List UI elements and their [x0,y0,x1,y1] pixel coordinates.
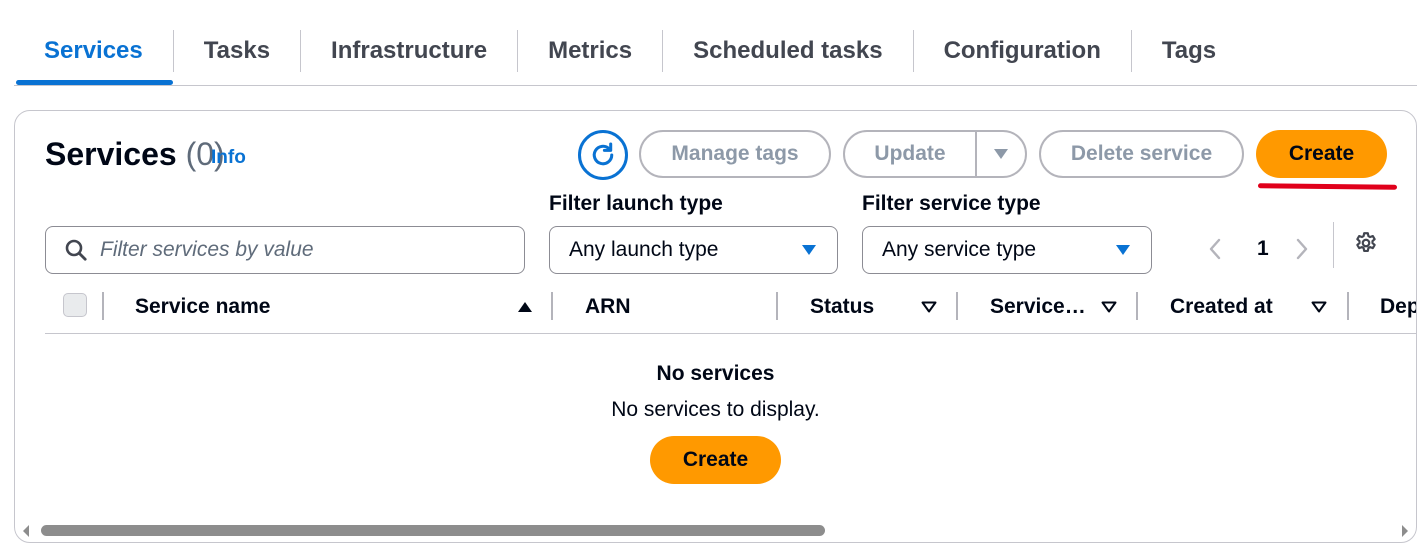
tab-bar: Services Tasks Infrastructure Metrics Sc… [14,0,1417,86]
column-divider [102,292,104,320]
create-label: Create [1288,142,1355,165]
tab-scheduled-tasks[interactable]: Scheduled tasks [663,0,912,86]
tab-configuration[interactable]: Configuration [914,0,1131,86]
column-header-deployments[interactable]: Dep [1380,281,1417,333]
sort-down-icon [1101,301,1117,313]
chevron-right-icon [1296,238,1308,260]
service-type-value: Any service type [882,238,1037,261]
select-all-checkbox[interactable] [63,293,87,317]
column-divider [776,292,778,320]
update-button[interactable]: Update [845,142,975,166]
column-divider [956,292,958,320]
sort-down-icon [1311,301,1327,313]
search-input[interactable] [100,238,500,262]
next-page-button[interactable] [1295,228,1309,270]
manage-tags-button[interactable]: Manage tags [639,130,831,178]
refresh-button[interactable] [578,130,628,180]
service-type-select[interactable]: Any service type [862,226,1152,274]
create-button[interactable]: Create [1256,130,1387,178]
column-label: Service name [135,295,271,318]
column-header-status[interactable]: Status [810,281,874,333]
column-label: Status [810,295,875,318]
column-label: Dep [1380,295,1417,318]
tab-label: Services [44,37,143,64]
column-header-service-name[interactable]: Service name [135,281,270,333]
page-title: Services (0) [45,136,225,173]
search-box [45,226,525,274]
filter-service-type-label: Filter service type [862,192,1041,215]
chevron-left-icon [1209,238,1221,260]
sort-status-button[interactable] [921,281,937,333]
sort-down-icon [921,301,937,313]
delete-service-button[interactable]: Delete service [1039,130,1244,178]
info-link[interactable]: Info [211,147,246,169]
column-header-created-at[interactable]: Created at [1170,281,1273,333]
services-container: Services (0) Info Manage tags Update Del… [14,110,1417,543]
preferences-button[interactable] [1353,230,1379,261]
column-header-arn[interactable]: ARN [585,281,631,333]
tab-label: Tags [1161,37,1217,64]
tab-tasks[interactable]: Tasks [174,0,300,86]
title-text: Services [45,136,177,172]
column-label: Created at [1170,295,1273,318]
manage-tags-label: Manage tags [671,142,799,165]
sort-ascending-icon [518,302,532,312]
create-highlight-underline [1257,183,1398,190]
empty-state-title: No services [656,362,775,385]
caret-down-icon [802,245,816,255]
launch-type-select[interactable]: Any launch type [549,226,838,274]
tab-label: Tasks [203,37,271,64]
scroll-left-arrow-icon[interactable] [21,524,31,538]
sort-created-at-button[interactable] [1311,281,1327,333]
tab-label: Infrastructure [331,37,488,64]
empty-state-create-button[interactable]: Create [650,436,781,484]
launch-type-value: Any launch type [569,238,719,261]
caret-down-icon [1116,245,1130,255]
filter-launch-type-label: Filter launch type [549,192,723,215]
column-divider [551,292,553,320]
tab-label: Scheduled tasks [693,37,883,64]
tab-services[interactable]: Services [14,0,173,86]
delete-service-label: Delete service [1070,142,1213,165]
scroll-right-arrow-icon[interactable] [1400,524,1410,538]
tab-infrastructure[interactable]: Infrastructure [301,0,517,86]
column-label: Service… [990,295,1086,318]
column-divider [1136,292,1138,320]
tab-tags[interactable]: Tags [1132,0,1246,86]
refresh-icon [592,142,614,166]
page-number[interactable]: 1 [1257,228,1269,270]
column-header-service-type[interactable]: Service… [990,281,1086,333]
caret-down-icon [994,149,1008,159]
pagination-divider [1333,222,1334,268]
tab-label: Metrics [548,37,633,64]
table-header: Service name ARN Status Service… Created… [45,281,1417,334]
update-dropdown-button[interactable] [977,148,1025,160]
column-label: ARN [585,295,631,318]
update-button-group: Update [843,130,1027,178]
tab-metrics[interactable]: Metrics [518,0,662,86]
search-icon [65,239,87,261]
column-divider [1347,292,1349,320]
gear-icon [1356,232,1376,252]
sort-ascending-button[interactable] [517,281,533,333]
sort-service-type-button[interactable] [1101,281,1117,333]
tab-label: Configuration [943,37,1101,64]
scrollbar-thumb[interactable] [41,525,825,536]
previous-page-button[interactable] [1208,228,1222,270]
horizontal-scrollbar[interactable] [15,519,1416,542]
empty-state-message: No services to display. [611,398,820,421]
create-label: Create [682,448,749,471]
